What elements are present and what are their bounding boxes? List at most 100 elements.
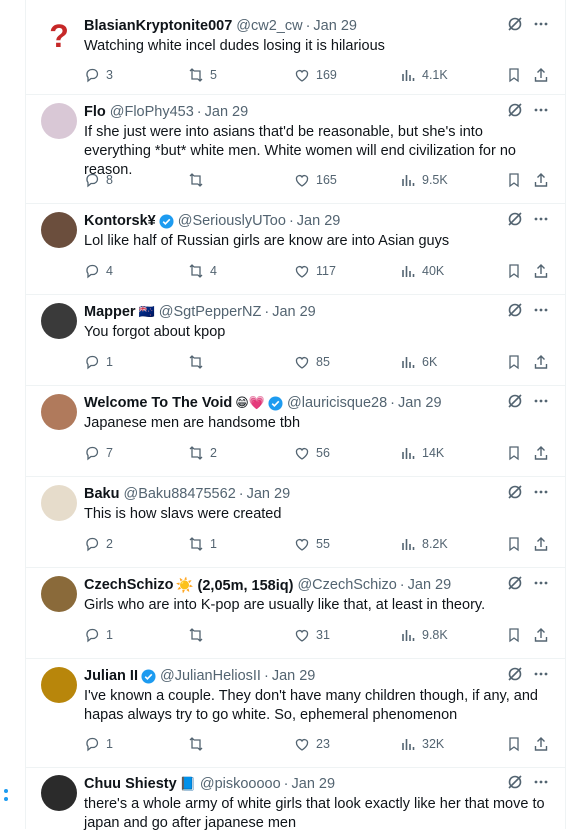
like-button[interactable]: 56	[294, 445, 330, 461]
bookmark-button[interactable]	[506, 536, 522, 552]
repost-button[interactable]	[188, 172, 210, 188]
share-button[interactable]	[533, 67, 549, 83]
bookmark-button[interactable]	[506, 445, 522, 461]
avatar[interactable]	[41, 103, 77, 139]
grok-icon[interactable]	[507, 302, 523, 318]
more-options-icon[interactable]	[533, 211, 549, 227]
tweet-date[interactable]: Jan 29	[313, 18, 357, 34]
more-options-icon[interactable]	[533, 666, 549, 682]
reply-button[interactable]: 7	[84, 445, 113, 461]
share-button[interactable]	[533, 263, 549, 279]
repost-button[interactable]: 2	[188, 445, 217, 461]
display-name[interactable]: Mapper	[84, 304, 136, 320]
display-name[interactable]: Welcome To The Void	[84, 395, 232, 411]
views-button[interactable]: 9.8K	[400, 627, 448, 643]
tweet-date[interactable]: Jan 29	[272, 304, 316, 320]
avatar[interactable]	[41, 212, 77, 248]
share-button[interactable]	[533, 536, 549, 552]
reply-button[interactable]: 1	[84, 736, 113, 752]
views-button[interactable]: 32K	[400, 736, 444, 752]
grok-icon[interactable]	[507, 774, 523, 790]
more-options-icon[interactable]	[533, 302, 549, 318]
tweet[interactable]: Flo @FloPhy453 · Jan 29 If she just were…	[26, 95, 565, 204]
tweet[interactable]: Chuu Shiesty 📘 @piskooooo · Jan 29 there…	[26, 768, 565, 831]
repost-button[interactable]: 5	[188, 67, 217, 83]
tweet-date[interactable]: Jan 29	[408, 577, 452, 593]
tweet-date[interactable]: Jan 29	[297, 213, 341, 229]
bookmark-button[interactable]	[506, 67, 522, 83]
tweet[interactable]: Mapper 🇳🇿 @SgtPepperNZ · Jan 29 You forg…	[26, 295, 565, 386]
grok-icon[interactable]	[507, 16, 523, 32]
tweet-date[interactable]: Jan 29	[205, 104, 249, 120]
reply-button[interactable]: 2	[84, 536, 113, 552]
avatar[interactable]: ?	[41, 17, 77, 53]
share-button[interactable]	[533, 736, 549, 752]
reply-button[interactable]: 3	[84, 67, 113, 83]
views-button[interactable]: 14K	[400, 445, 444, 461]
tweet[interactable]: Welcome To The Void 😁💗 @lauricisque28 · …	[26, 386, 565, 477]
views-button[interactable]: 8.2K	[400, 536, 448, 552]
avatar[interactable]	[41, 576, 77, 612]
avatar[interactable]	[41, 303, 77, 339]
more-options-icon[interactable]	[533, 774, 549, 790]
display-name[interactable]: Baku	[84, 486, 119, 502]
tweet-date[interactable]: Jan 29	[292, 776, 336, 792]
display-name[interactable]: Kontorsk¥	[84, 213, 156, 229]
display-name[interactable]: Chuu Shiesty	[84, 776, 177, 792]
share-button[interactable]	[533, 172, 549, 188]
like-button[interactable]: 169	[294, 67, 337, 83]
views-button[interactable]: 6K	[400, 354, 437, 370]
avatar[interactable]	[41, 775, 77, 811]
share-button[interactable]	[533, 627, 549, 643]
more-options-icon[interactable]	[533, 484, 549, 500]
repost-button[interactable]: 1	[188, 536, 217, 552]
bookmark-button[interactable]	[506, 736, 522, 752]
repost-button[interactable]	[188, 736, 210, 752]
avatar[interactable]	[41, 485, 77, 521]
reply-button[interactable]: 1	[84, 627, 113, 643]
reply-button[interactable]: 4	[84, 263, 113, 279]
tweet[interactable]: CzechSchizo ☀️ (2,05m, 158iq) @CzechSchi…	[26, 568, 565, 659]
grok-icon[interactable]	[507, 484, 523, 500]
more-options-icon[interactable]	[533, 575, 549, 591]
user-handle[interactable]: @FloPhy453	[110, 104, 194, 120]
views-button[interactable]: 40K	[400, 263, 444, 279]
more-options-icon[interactable]	[533, 16, 549, 32]
views-button[interactable]: 4.1K	[400, 67, 448, 83]
share-button[interactable]	[533, 354, 549, 370]
like-button[interactable]: 55	[294, 536, 330, 552]
like-button[interactable]: 85	[294, 354, 330, 370]
like-button[interactable]: 31	[294, 627, 330, 643]
tweet[interactable]: Kontorsk¥ @SeriouslyUToo · Jan 29 Lol li…	[26, 204, 565, 295]
bookmark-button[interactable]	[506, 263, 522, 279]
tweet[interactable]: Baku @Baku88475562 · Jan 29 This is how …	[26, 477, 565, 568]
tweet[interactable]: Julian II @JulianHeliosII · Jan 29 I've …	[26, 659, 565, 768]
repost-button[interactable]	[188, 354, 210, 370]
display-name[interactable]: Flo	[84, 104, 106, 120]
tweet[interactable]: ? BlasianKryptonite007 @cw2_cw · Jan 29 …	[26, 0, 565, 95]
grok-icon[interactable]	[507, 666, 523, 682]
grok-icon[interactable]	[507, 102, 523, 118]
like-button[interactable]: 165	[294, 172, 337, 188]
repost-button[interactable]	[188, 627, 210, 643]
repost-button[interactable]: 4	[188, 263, 217, 279]
avatar[interactable]	[41, 394, 77, 430]
bookmark-button[interactable]	[506, 354, 522, 370]
user-handle[interactable]: @piskooooo	[200, 776, 281, 792]
reply-button[interactable]: 8	[84, 172, 113, 188]
grok-icon[interactable]	[507, 211, 523, 227]
user-handle[interactable]: @CzechSchizo	[297, 577, 396, 593]
like-button[interactable]: 117	[294, 263, 336, 279]
more-options-icon[interactable]	[533, 102, 549, 118]
avatar[interactable]	[41, 667, 77, 703]
display-name[interactable]: Julian II	[84, 668, 138, 684]
display-name[interactable]: CzechSchizo	[84, 577, 173, 593]
user-handle[interactable]: @SeriouslyUToo	[178, 213, 286, 229]
more-options-icon[interactable]	[533, 393, 549, 409]
user-handle[interactable]: @cw2_cw	[236, 18, 302, 34]
grok-icon[interactable]	[507, 575, 523, 591]
views-button[interactable]: 9.5K	[400, 172, 448, 188]
user-handle[interactable]: @SgtPepperNZ	[159, 304, 262, 320]
tweet-date[interactable]: Jan 29	[272, 668, 316, 684]
like-button[interactable]: 23	[294, 736, 330, 752]
